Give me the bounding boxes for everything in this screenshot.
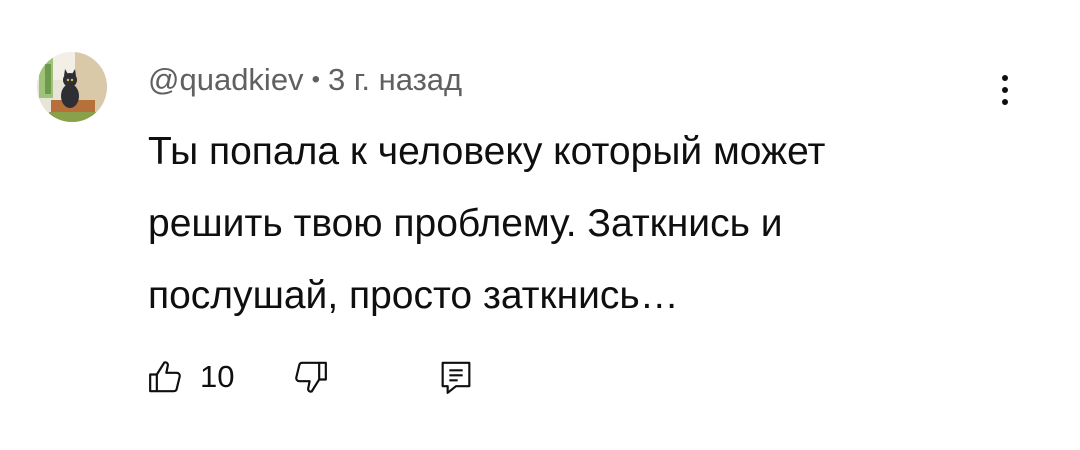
separator-dot: • xyxy=(311,66,320,93)
comment-text: Ты попала к человеку который может решит… xyxy=(148,116,1028,332)
thumb-down-icon xyxy=(295,361,328,393)
author-name[interactable]: @quadkiev xyxy=(148,62,304,98)
comment-text-line: Ты попала к человеку который может xyxy=(148,130,826,173)
comment: @quadkiev • 3 г. назад Ты попала к челов… xyxy=(0,0,1080,450)
comment-text-line: послушай, просто заткнись… xyxy=(148,274,679,317)
avatar[interactable] xyxy=(37,52,107,122)
dislike-button[interactable] xyxy=(290,357,330,397)
thumb-up-icon xyxy=(149,361,181,393)
comment-header: @quadkiev • 3 г. назад xyxy=(148,58,462,102)
like-count: 10 xyxy=(200,359,235,394)
reply-button[interactable] xyxy=(436,357,476,397)
comment-text-line: решить твою проблему. Заткнись и xyxy=(148,202,783,245)
comment-time: 3 г. назад xyxy=(327,62,463,97)
cat-avatar-icon xyxy=(37,52,107,122)
comment-actions: 10 xyxy=(146,350,476,404)
like-button[interactable]: 10 xyxy=(146,357,234,397)
more-vertical-icon[interactable] xyxy=(990,68,1020,112)
reply-comment-icon xyxy=(442,361,471,394)
